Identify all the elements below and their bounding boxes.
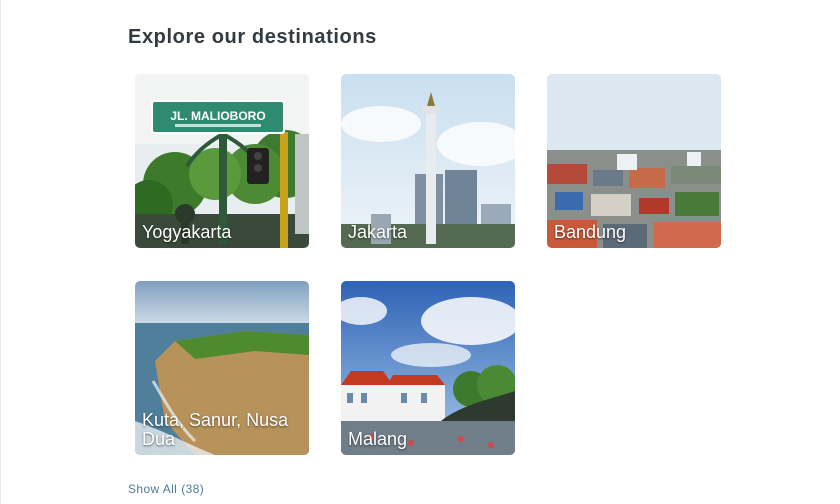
malioboro-sign-text: JL. MALIOBORO	[170, 109, 265, 123]
show-all-label: Show All	[128, 482, 178, 496]
destination-label: Kuta, Sanur, Nusa Dua	[142, 410, 289, 449]
destination-card-yogyakarta[interactable]: JL. MALIOBORO Yogyakarta	[135, 74, 309, 248]
show-all-link[interactable]: Show All (38)	[128, 482, 204, 496]
destination-label: Yogyakarta	[142, 222, 232, 242]
page-left-border	[0, 0, 1, 504]
destination-label: Bandung	[554, 222, 627, 242]
show-all-count: (38)	[181, 482, 205, 496]
destination-card-bandung[interactable]: Bandung	[547, 74, 721, 248]
destination-label: Jakarta	[348, 222, 408, 242]
destination-card-kuta-sanur-nusa-dua[interactable]: Kuta, Sanur, Nusa Dua	[135, 281, 309, 455]
section-title: Explore our destinations	[128, 26, 377, 48]
destination-card-malang[interactable]: Malang	[341, 281, 515, 455]
destination-card-jakarta[interactable]: Jakarta	[341, 74, 515, 248]
destination-label: Malang	[348, 429, 408, 449]
